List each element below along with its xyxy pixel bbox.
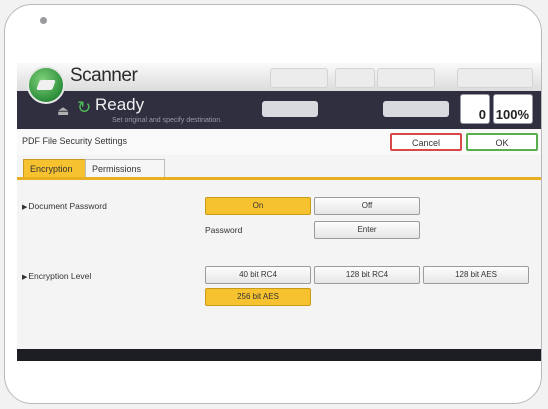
password-on-button[interactable]: On <box>205 197 311 215</box>
password-off-button[interactable]: Off <box>314 197 420 215</box>
cancel-button[interactable]: Cancel <box>390 133 462 151</box>
ready-spinner-icon: ↻ <box>77 98 92 117</box>
disabled-button-2 <box>335 68 375 88</box>
scanner-logo-icon[interactable] <box>27 66 65 104</box>
dialog-title: PDF File Security Settings <box>22 136 128 146</box>
tab-encryption[interactable]: Encryption <box>23 159 87 177</box>
tab-permissions[interactable]: Permissions <box>85 159 165 177</box>
password-enter-button[interactable]: Enter <box>314 221 420 239</box>
camera-dot <box>40 17 47 24</box>
encryption-256bit-aes-button[interactable]: 256 bit AES <box>205 288 311 306</box>
status-bar: ⏏ ↻ Ready Set original and specify desti… <box>17 91 541 129</box>
encryption-40bit-rc4-button[interactable]: 40 bit RC4 <box>205 266 311 284</box>
title-bar: Scanner <box>17 63 541 104</box>
status-button-1 <box>262 101 318 117</box>
encryption-level-label-text: Encryption Level <box>28 271 92 281</box>
tab-bar: Encryption Permissions <box>17 155 541 179</box>
ok-button[interactable]: OK <box>466 133 538 151</box>
encryption-level-label: ▶Encryption Level <box>22 271 91 281</box>
encryption-128bit-aes-button[interactable]: 128 bit AES <box>423 266 529 284</box>
original-placement-icon: ⏏ <box>57 103 70 118</box>
disabled-button-1 <box>270 68 328 88</box>
document-password-label-text: Document Password <box>28 201 107 211</box>
arrow-right-icon: ▶ <box>22 274 28 281</box>
device-frame: Scanner ⏏ ↻ Ready Set original and speci… <box>4 4 542 404</box>
status-button-2 <box>383 101 449 117</box>
screen-bottom-bar <box>17 349 541 361</box>
disabled-button-4 <box>457 68 533 88</box>
memory-value: 100% <box>495 107 529 122</box>
status-instruction: Set original and specify destination. <box>112 117 223 124</box>
dialog-header: PDF File Security Settings Cancel OK <box>17 129 541 156</box>
arrow-right-icon: ▶ <box>22 204 28 211</box>
touch-screen: Scanner ⏏ ↻ Ready Set original and speci… <box>17 63 541 361</box>
password-label: Password <box>205 225 243 235</box>
disabled-button-3 <box>377 68 435 88</box>
original-counter: 0 <box>460 94 490 124</box>
app-title: Scanner <box>70 65 138 86</box>
status-text: Ready <box>95 95 145 114</box>
counter-value: 0 <box>478 107 486 122</box>
tab-underline <box>17 177 541 180</box>
memory-indicator: 100% <box>493 94 533 124</box>
encryption-128bit-rc4-button[interactable]: 128 bit RC4 <box>314 266 420 284</box>
document-password-label: ▶Document Password <box>22 201 107 211</box>
